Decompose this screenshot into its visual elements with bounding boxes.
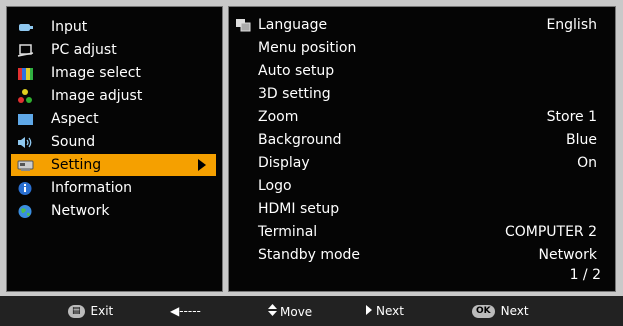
menu-item-image-select[interactable]: Image select — [11, 62, 216, 84]
setting-icon — [17, 158, 34, 173]
menu-item-label: Image select — [51, 65, 141, 81]
back-label: ◀----- — [170, 304, 201, 318]
menu-item-label: Aspect — [51, 111, 99, 127]
main-menu-panel: Input PC adjust Image select Image adjus… — [6, 6, 223, 292]
setting-row-zoom[interactable]: Zoom Store 1 — [229, 106, 609, 129]
move-label: Move — [280, 304, 313, 319]
menu-item-image-adjust[interactable]: Image adjust — [11, 85, 216, 107]
setting-label: HDMI setup — [258, 201, 340, 217]
menu-key-icon: ▤ — [68, 304, 85, 318]
menu-item-input[interactable]: Input — [11, 16, 216, 38]
setting-row-terminal[interactable]: Terminal COMPUTER 2 — [229, 221, 609, 244]
setting-row-3d-setting[interactable]: 3D setting — [229, 83, 609, 106]
setting-row-language[interactable]: Language English — [229, 14, 609, 37]
setting-label: Standby mode — [258, 247, 361, 263]
image-adjust-icon — [17, 88, 34, 104]
setting-row-auto-setup[interactable]: Auto setup — [229, 60, 609, 83]
menu-item-label: Network — [51, 203, 110, 219]
setting-label: Terminal — [258, 224, 318, 240]
setting-label: Auto setup — [258, 63, 335, 79]
menu-item-information[interactable]: Information — [11, 177, 216, 199]
setting-value: On — [577, 155, 597, 171]
image-select-icon — [17, 66, 34, 81]
exit-hint: ▤ Exit — [68, 304, 113, 318]
menu-item-label: Information — [51, 180, 133, 196]
next-label: Next — [376, 304, 404, 318]
move-hint: Move — [268, 304, 312, 319]
menu-item-sound[interactable]: Sound — [11, 131, 216, 153]
setting-value: COMPUTER 2 — [504, 224, 597, 240]
setting-row-display[interactable]: Display On — [229, 152, 609, 175]
setting-label: Logo — [258, 178, 292, 194]
setting-row-standby-mode[interactable]: Standby mode Network — [229, 244, 609, 267]
menu-item-label: Sound — [51, 134, 96, 150]
setting-row-logo[interactable]: Logo — [229, 175, 609, 198]
menu-item-label: Setting — [51, 157, 102, 173]
setting-value: Store 1 — [546, 109, 597, 125]
menu-item-network[interactable]: Network — [11, 200, 216, 222]
menu-item-pc-adjust[interactable]: PC adjust — [11, 39, 216, 61]
projector-osd-window: Input PC adjust Image select Image adjus… — [0, 0, 623, 326]
next-hint: Next — [366, 304, 404, 318]
setting-value: Network — [538, 247, 597, 263]
setting-label: Menu position — [258, 40, 357, 56]
setting-label: Language — [258, 17, 328, 33]
ok-label: Next — [500, 304, 529, 318]
ok-key-icon: OK — [472, 304, 495, 318]
menu-item-setting[interactable]: Setting — [11, 154, 216, 176]
menu-item-label: Input — [51, 19, 88, 35]
menu-item-label: PC adjust — [51, 42, 117, 58]
input-icon — [17, 20, 34, 35]
back-hint: ◀----- — [170, 304, 201, 318]
menu-item-aspect[interactable]: Aspect — [11, 108, 216, 130]
setting-value: English — [546, 17, 597, 33]
updown-arrow-icon — [268, 304, 277, 319]
key-hint-bar: ▤ Exit ◀----- Move Next OK Next — [0, 296, 623, 326]
menu-item-label: Image adjust — [51, 88, 143, 104]
language-icon — [235, 18, 251, 36]
setting-row-hdmi-setup[interactable]: HDMI setup — [229, 198, 609, 221]
setting-label: Background — [258, 132, 342, 148]
setting-label: Zoom — [258, 109, 299, 125]
submenu-arrow-icon — [198, 159, 206, 171]
exit-label: Exit — [90, 304, 114, 318]
globe-icon — [17, 204, 34, 219]
page-indicator: 1 / 2 — [569, 267, 601, 283]
setting-label: 3D setting — [258, 86, 331, 102]
setting-value: Blue — [566, 132, 597, 148]
setting-row-background[interactable]: Background Blue — [229, 129, 609, 152]
info-icon — [17, 181, 34, 196]
pc-adjust-icon — [17, 43, 34, 58]
right-arrow-icon — [366, 304, 372, 318]
ok-hint: OK Next — [472, 304, 529, 318]
setting-label: Display — [258, 155, 310, 171]
aspect-icon — [17, 112, 34, 127]
settings-panel: Language English Menu position Auto setu… — [228, 6, 616, 292]
setting-row-menu-position[interactable]: Menu position — [229, 37, 609, 60]
speaker-icon — [17, 135, 34, 150]
